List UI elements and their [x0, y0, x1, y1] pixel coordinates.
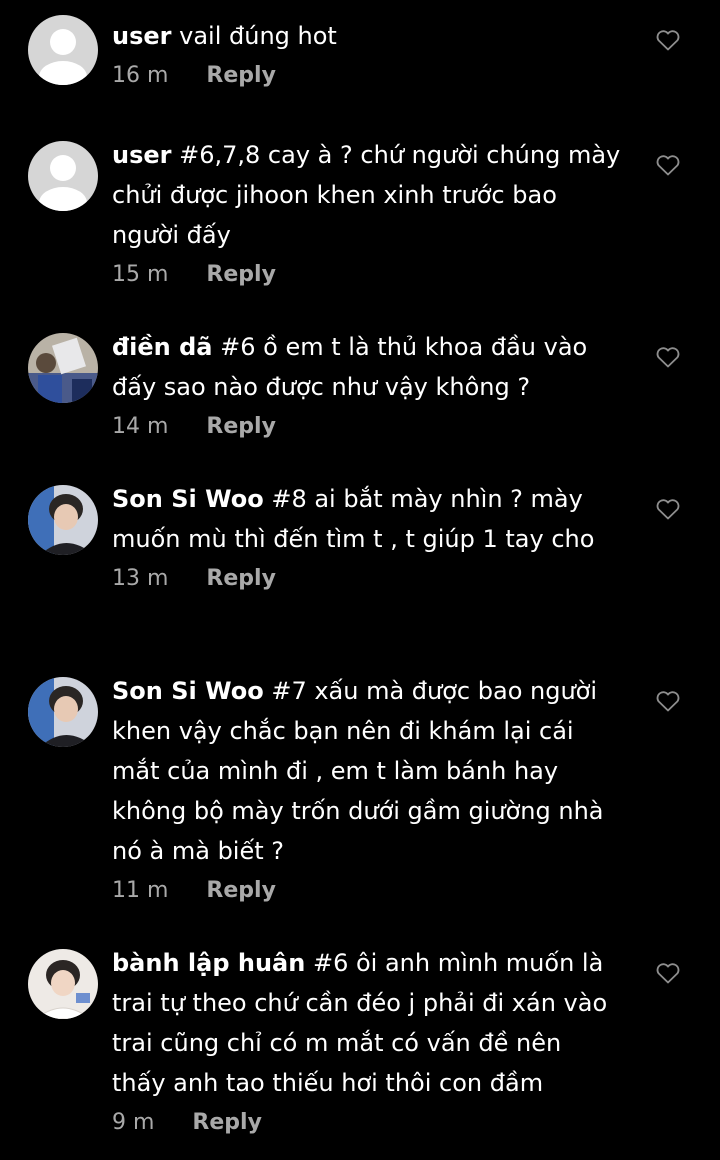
heart-outline-icon[interactable] — [655, 28, 681, 52]
comment-meta: 15 m Reply — [112, 255, 622, 295]
reply-button[interactable]: Reply — [206, 255, 276, 295]
heart-outline-icon[interactable] — [655, 345, 681, 369]
heart-outline-icon[interactable] — [655, 961, 681, 985]
photo-avatar-icon — [28, 485, 98, 555]
avatar[interactable] — [28, 949, 98, 1019]
default-avatar-icon — [28, 141, 98, 211]
avatar[interactable] — [28, 333, 98, 403]
reply-button[interactable]: Reply — [206, 871, 276, 911]
username[interactable]: user — [112, 22, 171, 50]
comment-text: Son Si Woo #8 ai bắt mày nhìn ? mày muốn… — [112, 479, 622, 559]
comment-message: vail đúng hot — [179, 22, 337, 50]
avatar[interactable] — [28, 677, 98, 747]
comment-body: điền dã #6 ồ em t là thủ khoa đầu vào đấ… — [112, 327, 622, 447]
timestamp: 15 m — [112, 262, 169, 287]
comment-meta: 16 m Reply — [112, 56, 622, 96]
default-avatar-icon — [28, 15, 98, 85]
photo-avatar-icon — [28, 677, 98, 747]
comment-text: user #6,7,8 cay à ? chứ người chúng mày … — [112, 135, 622, 255]
comment-body: bành lập huân #6 ôi anh mình muốn là tra… — [112, 943, 622, 1143]
comment-meta: 11 m Reply — [112, 871, 622, 911]
username[interactable]: điền dã — [112, 333, 213, 361]
comment-text: bành lập huân #6 ôi anh mình muốn là tra… — [112, 943, 622, 1103]
photo-avatar-icon — [28, 333, 98, 403]
username[interactable]: bành lập huân — [112, 949, 305, 977]
heart-outline-icon[interactable] — [655, 153, 681, 177]
timestamp: 16 m — [112, 63, 169, 88]
reply-button[interactable]: Reply — [206, 407, 276, 447]
reply-button[interactable]: Reply — [206, 56, 276, 96]
username[interactable]: Son Si Woo — [112, 677, 264, 705]
comment-body: user vail đúng hot 16 m Reply — [112, 16, 622, 96]
avatar[interactable] — [28, 141, 98, 211]
reply-button[interactable]: Reply — [206, 559, 276, 599]
username[interactable]: user — [112, 141, 171, 169]
heart-outline-icon[interactable] — [655, 497, 681, 521]
comment-text: Son Si Woo #7 xấu mà được bao người khen… — [112, 671, 622, 871]
photo-avatar-icon — [28, 949, 98, 1019]
comment-body: user #6,7,8 cay à ? chứ người chúng mày … — [112, 135, 622, 295]
comment-meta: 9 m Reply — [112, 1103, 622, 1143]
comment-meta: 14 m Reply — [112, 407, 622, 447]
comment-body: Son Si Woo #8 ai bắt mày nhìn ? mày muốn… — [112, 479, 622, 599]
timestamp: 9 m — [112, 1110, 155, 1135]
comment-message: #7 xấu mà được bao người khen vậy chắc b… — [112, 677, 604, 865]
comment-text: điền dã #6 ồ em t là thủ khoa đầu vào đấ… — [112, 327, 622, 407]
avatar[interactable] — [28, 15, 98, 85]
heart-outline-icon[interactable] — [655, 689, 681, 713]
timestamp: 11 m — [112, 878, 169, 903]
reply-button[interactable]: Reply — [192, 1103, 262, 1143]
comment-text: user vail đúng hot — [112, 16, 622, 56]
timestamp: 14 m — [112, 414, 169, 439]
comment-meta: 13 m Reply — [112, 559, 622, 599]
comment-body: Son Si Woo #7 xấu mà được bao người khen… — [112, 671, 622, 911]
avatar[interactable] — [28, 485, 98, 555]
timestamp: 13 m — [112, 566, 169, 591]
username[interactable]: Son Si Woo — [112, 485, 264, 513]
comment-message: #6,7,8 cay à ? chứ người chúng mày chửi … — [112, 141, 621, 249]
